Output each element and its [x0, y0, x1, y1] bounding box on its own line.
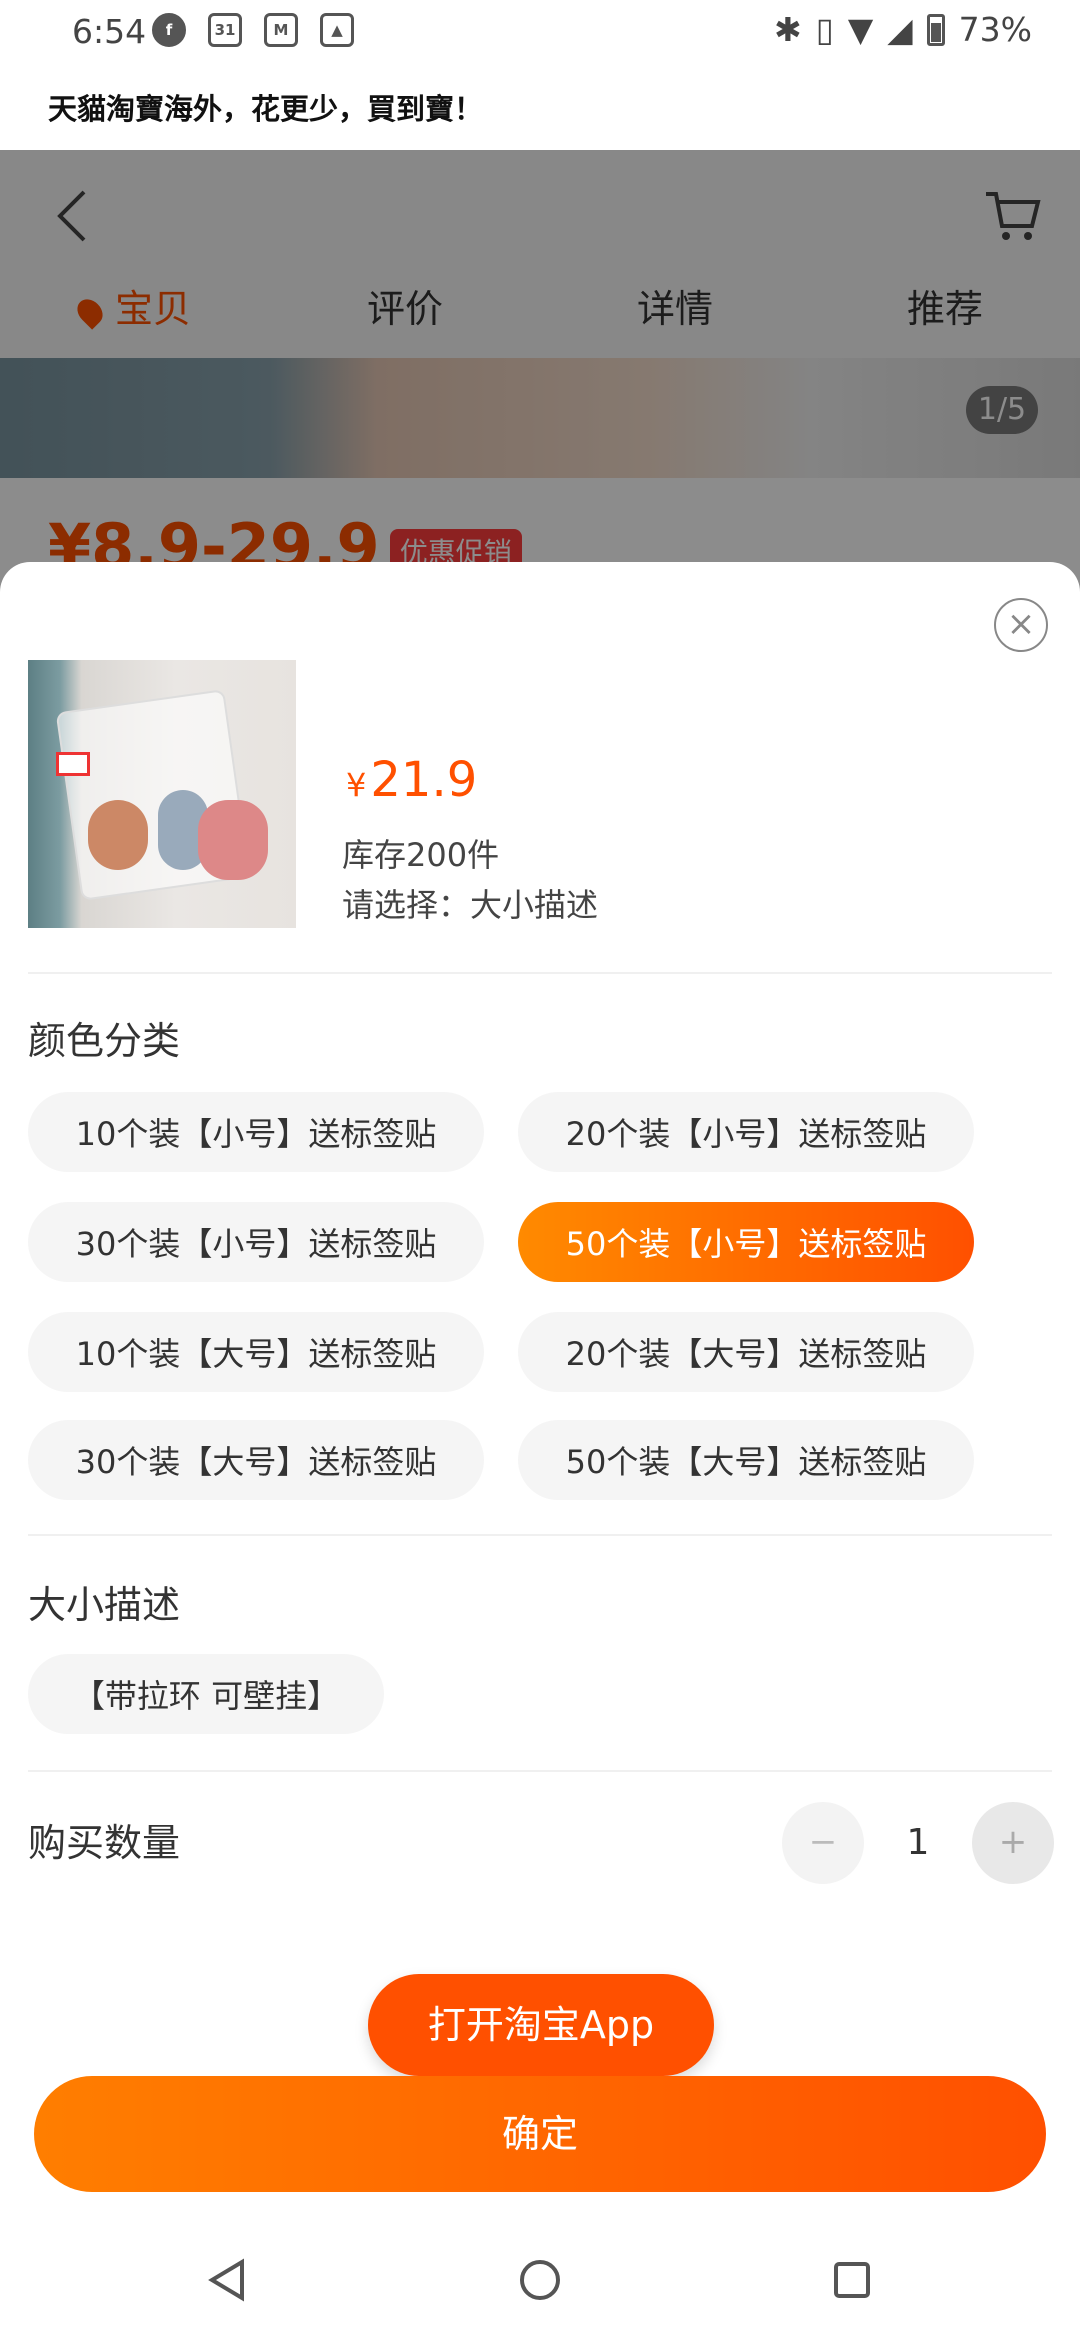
- quantity-plus-button[interactable]: +: [972, 1802, 1054, 1884]
- size-section-title: 大小描述: [28, 1583, 181, 1627]
- color-option[interactable]: 30个装【大号】送标签贴: [28, 1420, 484, 1500]
- color-option-selected[interactable]: 50个装【小号】送标签贴: [518, 1202, 974, 1282]
- signal-icon: ◢: [887, 10, 913, 49]
- divider: [28, 972, 1052, 974]
- home-nav-icon[interactable]: [516, 2256, 564, 2304]
- facebook-icon: f: [152, 13, 186, 47]
- selection-prompt: 请选择：大小描述: [342, 886, 599, 924]
- status-bar: 6:54 f 31 M ▲ ✱ ▯ ▼ ◢ 73%: [0, 0, 1080, 64]
- open-app-button[interactable]: 打开淘宝App: [368, 1974, 714, 2076]
- confirm-button[interactable]: 确定: [34, 2076, 1046, 2192]
- close-icon[interactable]: ×: [994, 598, 1048, 652]
- color-option[interactable]: 30个装【小号】送标签贴: [28, 1202, 484, 1282]
- notification-icons: f 31 M ▲: [152, 13, 354, 47]
- color-option[interactable]: 20个装【小号】送标签贴: [518, 1092, 974, 1172]
- system-icons: ✱ ▯ ▼ ◢ 73%: [774, 10, 1032, 49]
- divider: [28, 1770, 1052, 1772]
- status-time: 6:54: [72, 12, 147, 51]
- currency-symbol: ¥: [346, 766, 367, 804]
- back-nav-icon[interactable]: [204, 2256, 252, 2304]
- recents-nav-icon[interactable]: [828, 2256, 876, 2304]
- vibrate-icon: ▯: [815, 10, 834, 49]
- color-section-title: 颜色分类: [28, 1019, 181, 1063]
- bluetooth-icon: ✱: [774, 10, 802, 49]
- battery-icon: [926, 13, 945, 46]
- toy-shape: [88, 800, 148, 870]
- quantity-label: 购买数量: [28, 1821, 181, 1865]
- promo-banner: 天貓淘寶海外，花更少，買到寶！: [0, 64, 1080, 150]
- toy-shape: [198, 800, 268, 880]
- quantity-value[interactable]: 1: [898, 1822, 938, 1863]
- calendar-icon: 31: [208, 13, 242, 47]
- gmail-icon: M: [264, 13, 298, 47]
- quantity-minus-button[interactable]: −: [782, 1802, 864, 1884]
- color-option[interactable]: 10个装【小号】送标签贴: [28, 1092, 484, 1172]
- product-thumbnail: [28, 660, 296, 928]
- color-option[interactable]: 20个装【大号】送标签贴: [518, 1312, 974, 1392]
- size-option[interactable]: 【带拉环 可壁挂】: [28, 1654, 384, 1734]
- wifi-icon: ▼: [847, 10, 874, 49]
- system-nav-bar: [0, 2220, 1080, 2340]
- selected-price: ¥21.9: [346, 752, 477, 808]
- divider: [28, 1534, 1052, 1536]
- label-tag: [56, 752, 90, 776]
- stock-text: 库存200件: [342, 836, 500, 874]
- price-value: 21.9: [370, 752, 478, 808]
- color-option[interactable]: 50个装【大号】送标签贴: [518, 1420, 974, 1500]
- battery-percent: 73%: [958, 10, 1032, 49]
- image-icon: ▲: [320, 13, 354, 47]
- color-option[interactable]: 10个装【大号】送标签贴: [28, 1312, 484, 1392]
